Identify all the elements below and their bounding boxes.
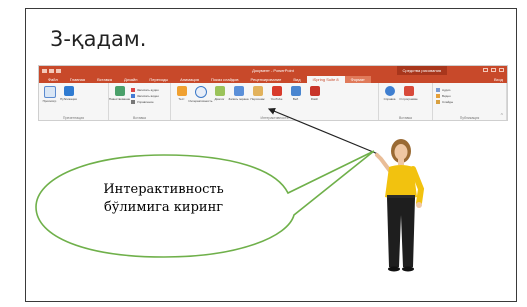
dialog-icon <box>214 86 225 96</box>
slides-icon <box>436 100 440 104</box>
group-label: Презентация <box>62 116 85 120</box>
group-label: Вставка <box>132 116 146 120</box>
audio-button[interactable]: Аудио <box>436 88 453 92</box>
tab-animations[interactable]: Анимация <box>174 76 205 83</box>
tab-design[interactable]: Дизайн <box>118 76 143 83</box>
tab-format[interactable]: Формат <box>344 76 371 83</box>
video-icon <box>436 94 440 98</box>
step-title: 3-қадам. <box>50 27 147 51</box>
camera-icon <box>131 94 135 98</box>
ribbon-tabs: Файл Главная Вставка Дизайн Переходы Ани… <box>39 75 507 83</box>
tab-insert[interactable]: Вставка <box>91 76 118 83</box>
video-button[interactable]: Видео <box>436 94 453 98</box>
group-narration: Повествование Записать аудио Записать ви… <box>109 83 171 120</box>
redo-icon[interactable] <box>56 68 61 73</box>
manage-icon <box>131 100 135 104</box>
tab-transitions[interactable]: Переходы <box>143 76 174 83</box>
presenter-figure <box>375 139 425 272</box>
web-icon <box>290 86 301 96</box>
tab-file[interactable]: Файл <box>42 76 64 83</box>
window-title: Документ - PowerPoint <box>252 68 294 73</box>
publish-icon <box>63 86 74 96</box>
group-label: Публикация <box>459 116 480 120</box>
screen-recording-icon <box>233 86 244 96</box>
about-icon <box>403 86 414 96</box>
character-icon <box>252 86 263 96</box>
group-insert: Тест Интерактивность Диалог Запись экран… <box>171 83 379 120</box>
callout-graphics <box>35 107 379 258</box>
tab-ispring[interactable]: iSpring Suite 8 <box>306 76 345 83</box>
title-bar: Документ - PowerPoint Средства рисования <box>39 66 507 75</box>
preview-icon <box>43 86 56 98</box>
youtube-icon <box>271 86 282 96</box>
tab-review[interactable]: Рецензирование <box>245 76 288 83</box>
group-label: Вставка <box>398 116 412 120</box>
tab-home[interactable]: Главная <box>64 76 91 83</box>
group-label: Интерактивность <box>260 116 289 120</box>
ribbon-body: Просмотр Публикация Презентация Повество… <box>39 83 507 120</box>
slide: 3-қадам. Документ - PowerPoint Средства … <box>25 8 517 302</box>
drawing-tools-label: Средства рисования <box>396 66 447 75</box>
quick-access-toolbar <box>42 68 61 73</box>
callout-line-1: Интерактивность <box>103 182 224 197</box>
narration-icon <box>114 86 125 96</box>
callout-text: Интерактивность бўлимига киринг <box>76 181 251 217</box>
flash-icon <box>309 86 320 96</box>
tab-slideshow[interactable]: Показ слайдов <box>205 76 245 83</box>
tab-view[interactable]: Вид <box>287 76 306 83</box>
record-video-button[interactable]: Записать видео <box>131 94 159 98</box>
undo-icon[interactable] <box>49 68 54 73</box>
powerpoint-ribbon: Документ - PowerPoint Средства рисования… <box>38 65 508 121</box>
callout-line-2: бўлимига киринг <box>103 200 224 215</box>
group-presentation: Просмотр Публикация Презентация <box>39 83 109 120</box>
quiz-icon <box>176 86 187 96</box>
save-icon[interactable] <box>42 68 47 73</box>
close-icon[interactable] <box>499 68 504 72</box>
interaction-icon <box>194 86 207 98</box>
maximize-icon[interactable] <box>491 68 496 72</box>
group-help: Справка О программе Вставка <box>379 83 433 120</box>
minimize-icon[interactable] <box>483 68 488 72</box>
help-icon <box>384 86 395 96</box>
slides-button[interactable]: Слайды <box>436 100 453 104</box>
manage-button[interactable]: Управление <box>131 100 159 104</box>
collapse-ribbon-icon[interactable]: ^ <box>501 113 503 119</box>
window-controls <box>483 68 504 72</box>
microphone-icon <box>131 88 135 92</box>
group-publish: Аудио Видео Слайды Публикация ^ <box>433 83 507 120</box>
signin-link[interactable]: Вход <box>494 76 503 83</box>
record-audio-button[interactable]: Записать аудио <box>131 88 159 92</box>
audio-icon <box>436 88 440 92</box>
